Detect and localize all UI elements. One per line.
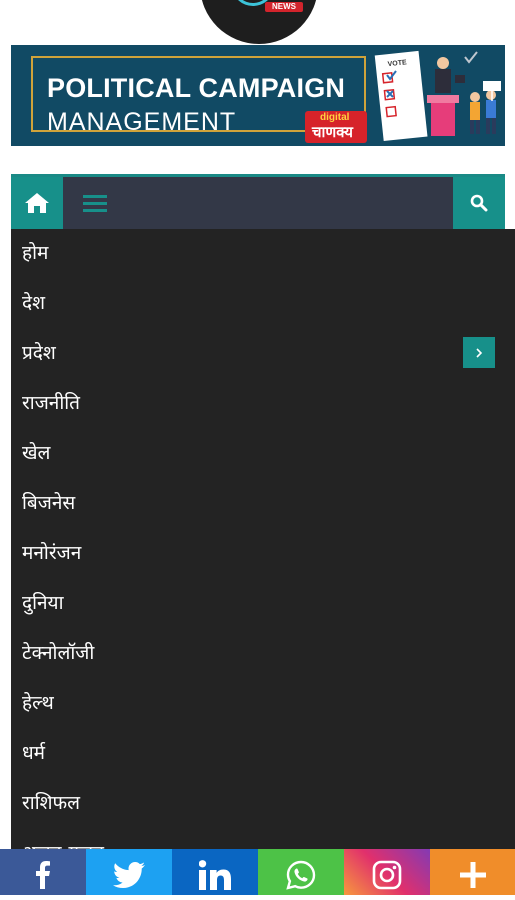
search-icon (470, 194, 488, 212)
menu-item-duniya[interactable]: दुनिया (11, 579, 515, 629)
logo-news-badge: NEWS (265, 2, 303, 12)
banner-brand-main: चाणक्य (312, 124, 353, 141)
twitter-icon (113, 861, 145, 888)
whatsapp-icon (286, 860, 316, 890)
home-icon (25, 193, 49, 213)
menu-toggle-button[interactable] (73, 177, 117, 229)
menu-item-khel[interactable]: खेल (11, 429, 515, 479)
menu-item-label: अजब-गजब (22, 839, 104, 849)
menu-item-label: बिजनेस (22, 492, 76, 514)
search-button[interactable] (453, 177, 505, 229)
menu-item-label: हेल्थ (22, 692, 54, 714)
facebook-icon (36, 860, 50, 889)
menu-item-health[interactable]: हेल्थ (11, 679, 515, 729)
page-bottom-edge (0, 895, 515, 900)
chevron-right-icon (476, 347, 483, 358)
plus-icon (459, 861, 486, 888)
menu-item-ajab-gajab[interactable]: अजब-गजब (11, 829, 515, 849)
submenu-toggle-button[interactable] (463, 337, 495, 368)
menu-item-pradesh[interactable]: प्रदेश (11, 329, 515, 379)
share-facebook-button[interactable] (0, 849, 86, 900)
ad-banner[interactable]: POLITICAL CAMPAIGN MANAGEMENT digital चा… (11, 45, 505, 146)
menu-item-label: होम (22, 242, 49, 264)
election-illustration: VOTE (374, 50, 501, 142)
menu-item-label: मनोरंजन (22, 542, 82, 564)
menu-item-label: राशिफल (22, 792, 81, 814)
site-logo[interactable]: NEWS (0, 0, 515, 44)
banner-brand-logo: digital चाणक्य (305, 111, 367, 143)
menu-item-business[interactable]: बिजनेस (11, 479, 515, 529)
main-navbar (11, 174, 505, 229)
hamburger-icon (83, 195, 107, 212)
menu-item-dharm[interactable]: धर्म (11, 729, 515, 779)
menu-item-label: राजनीति (22, 392, 81, 414)
menu-item-label: खेल (22, 442, 51, 464)
share-twitter-button[interactable] (86, 849, 172, 900)
share-more-button[interactable] (430, 849, 515, 900)
banner-title-line2: MANAGEMENT (47, 108, 237, 136)
social-share-bar (0, 849, 515, 900)
menu-item-label: टेक्नोलॉजी (22, 642, 95, 664)
menu-item-label: दुनिया (22, 592, 64, 614)
nav-menu: होम देश प्रदेश राजनीति खेल बिजनेस मनोरंज… (11, 229, 515, 849)
linkedin-icon (199, 859, 231, 890)
share-whatsapp-button[interactable] (258, 849, 344, 900)
home-button[interactable] (11, 177, 63, 229)
menu-item-label: देश (22, 292, 46, 314)
menu-item-rajniti[interactable]: राजनीति (11, 379, 515, 429)
menu-item-label: धर्म (22, 742, 46, 764)
share-instagram-button[interactable] (344, 849, 430, 900)
menu-item-desh[interactable]: देश (11, 279, 515, 329)
menu-item-rashifal[interactable]: राशिफल (11, 779, 515, 829)
menu-item-technology[interactable]: टेक्नोलॉजी (11, 629, 515, 679)
menu-item-home[interactable]: होम (11, 229, 515, 279)
menu-item-manoranjan[interactable]: मनोरंजन (11, 529, 515, 579)
banner-title-line1: POLITICAL CAMPAIGN (47, 73, 346, 103)
share-linkedin-button[interactable] (172, 849, 258, 900)
menu-item-label: प्रदेश (22, 342, 56, 364)
instagram-icon (372, 860, 402, 889)
